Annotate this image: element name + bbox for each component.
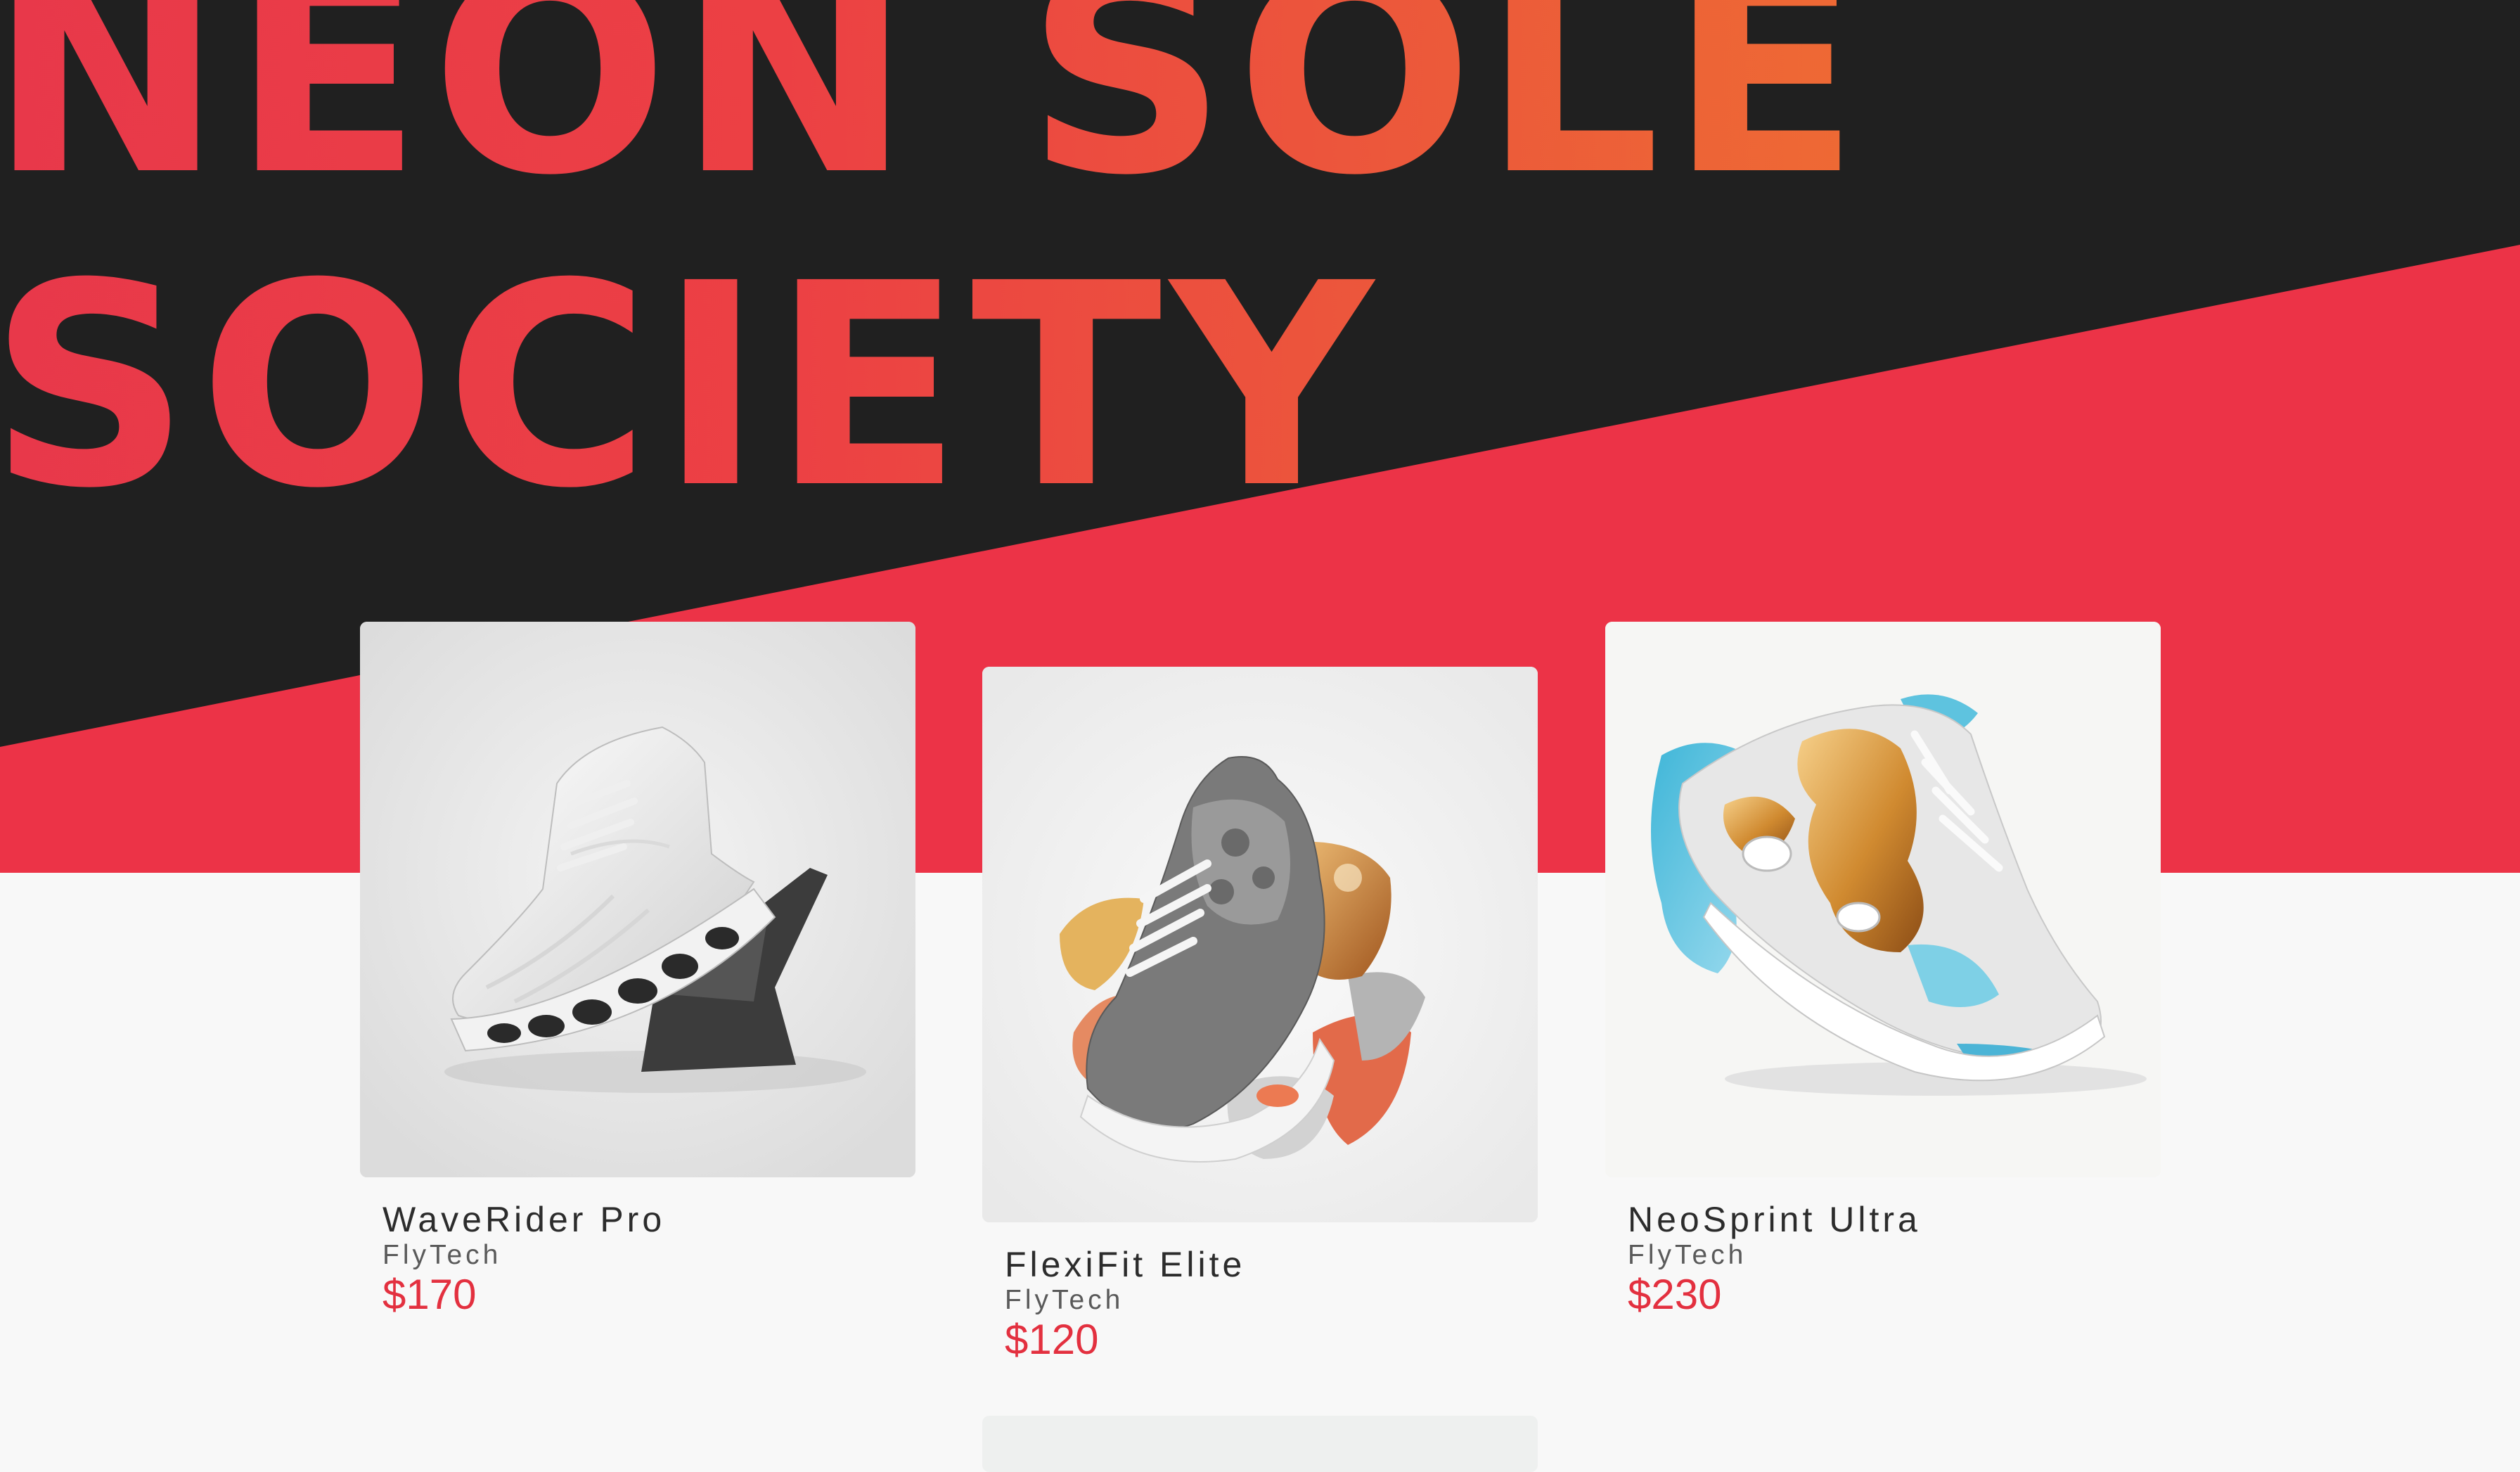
product-price: $230 xyxy=(1628,1271,1722,1318)
product-brand: FlyTech xyxy=(1628,1240,1747,1270)
product-price: $120 xyxy=(1005,1316,1099,1363)
site-title-line-1: NEON SOLE xyxy=(0,0,1869,236)
product-info: FlexiFit Elite FlyTech $120 xyxy=(982,1245,1538,1363)
product-info: NeoSprint Ultra FlyTech $230 xyxy=(1605,1200,2161,1318)
gray-abstract-sneaker-image xyxy=(982,667,1538,1222)
product-name[interactable]: NeoSprint Ultra xyxy=(1628,1200,2161,1239)
product-image[interactable] xyxy=(982,667,1538,1222)
iridescent-gold-sneaker-image xyxy=(1605,622,2161,1177)
product-info: WaveRider Pro FlyTech $170 xyxy=(360,1200,915,1318)
product-card-flexifit-elite[interactable]: FlexiFit Elite FlyTech $120 xyxy=(982,667,1538,1363)
site-title: NEON SOLE SOCIETY xyxy=(0,0,1868,543)
site-title-line-2: SOCIETY xyxy=(0,224,1382,549)
product-card-waverider-pro[interactable]: WaveRider Pro FlyTech $170 xyxy=(360,622,915,1318)
product-brand: FlyTech xyxy=(382,1240,502,1270)
product-brand: FlyTech xyxy=(1005,1285,1124,1315)
white-sculpted-sneaker-image xyxy=(360,622,915,1177)
product-name[interactable]: FlexiFit Elite xyxy=(1005,1245,1538,1284)
product-price: $170 xyxy=(382,1271,477,1318)
product-name[interactable]: WaveRider Pro xyxy=(382,1200,915,1239)
product-image[interactable] xyxy=(360,622,915,1177)
product-image[interactable] xyxy=(1605,622,2161,1177)
product-card-next-partial[interactable] xyxy=(982,1416,1538,1472)
product-card-neosprint-ultra[interactable]: NeoSprint Ultra FlyTech $230 xyxy=(1605,622,2161,1318)
